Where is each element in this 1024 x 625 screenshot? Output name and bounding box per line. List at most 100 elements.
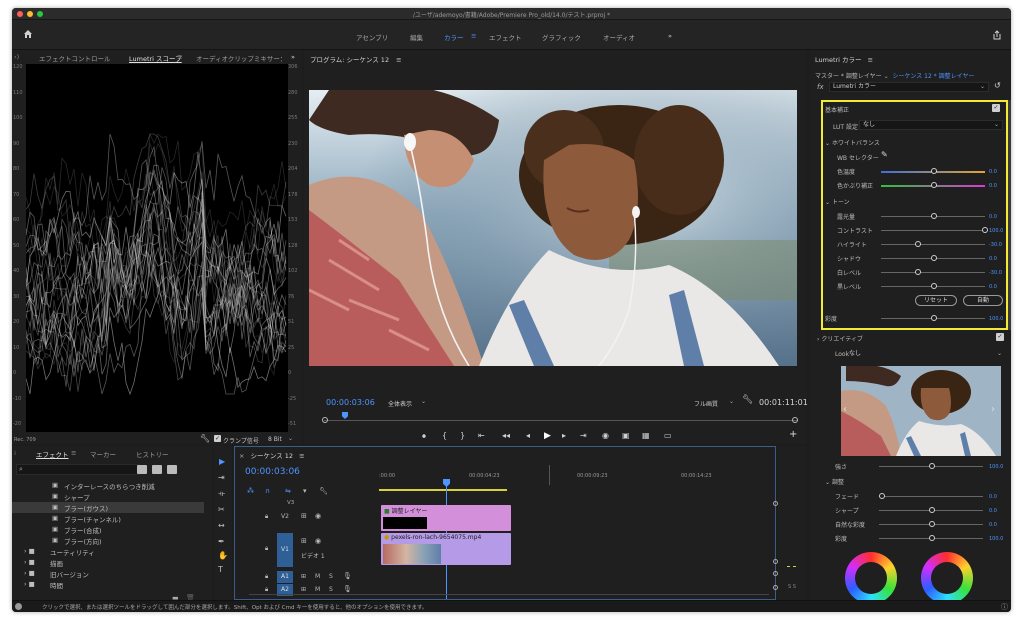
tab-lumetri-scope[interactable]: Lumetri スコープ (129, 53, 182, 63)
extract-icon[interactable]: ▦ (642, 431, 650, 440)
creative-saturation-value[interactable]: 100.0 (989, 536, 1003, 542)
highlight-tint-wheel[interactable] (921, 552, 973, 604)
step-back-icon[interactable]: ◂◂ (502, 431, 510, 440)
tab-effect-controls[interactable]: エフェクトコントロール (39, 53, 111, 63)
blacks-slider[interactable] (881, 283, 985, 289)
scrub-end-handle[interactable] (792, 417, 798, 423)
microphone-icon[interactable]: 🎙︎ (343, 585, 352, 593)
effects-list-item[interactable]: ▣ ブラー(合成) (12, 524, 204, 535)
shadows-value[interactable]: 0.0 (989, 256, 997, 262)
video-clip[interactable]: ● pexels-ron-lach-9654075.mp4 (381, 533, 511, 565)
chevron-down-icon[interactable]: ⌄ (421, 398, 426, 405)
slider-knob[interactable] (931, 255, 937, 261)
creative-header[interactable]: › クリエイティブ (817, 334, 863, 343)
blacks-value[interactable]: 0.0 (989, 284, 997, 290)
timeline-timecode[interactable]: 00:00:03:06 (245, 467, 300, 477)
next-look-icon[interactable]: › (991, 404, 995, 415)
vibrance-slider[interactable] (879, 521, 983, 527)
basic-correction-checkbox[interactable]: ✓ (992, 104, 1000, 112)
chevron-down-icon[interactable]: ⌄ (729, 398, 734, 405)
shadow-tint-wheel[interactable] (845, 552, 897, 604)
whites-value[interactable]: -30.0 (989, 270, 1002, 276)
highlights-value[interactable]: -30.0 (989, 242, 1002, 248)
sharpen-value[interactable]: 0.0 (989, 508, 997, 514)
sync-lock-icon[interactable]: ⊞ (301, 573, 306, 580)
exposure-value[interactable]: 0.0 (989, 214, 997, 220)
previous-look-icon[interactable]: ‹ (843, 404, 847, 415)
sync-lock-icon[interactable]: ⊞ (301, 586, 306, 593)
ripple-edit-icon[interactable]: ⟛ (218, 490, 225, 498)
reset-button[interactable]: リセット (915, 295, 957, 306)
home-icon[interactable] (23, 29, 33, 39)
panel-menu-icon[interactable]: ≡ (299, 452, 304, 460)
zoom-fit-select[interactable]: 全体表示 (388, 399, 412, 408)
slider-knob[interactable] (929, 521, 935, 527)
selection-tool-icon[interactable]: ▶ (219, 458, 225, 466)
auto-button[interactable]: 自動 (963, 295, 1003, 306)
lut-select[interactable]: なし ⌄ (859, 120, 1003, 130)
temperature-value[interactable]: 0.0 (989, 169, 997, 175)
workspace-more-icon[interactable]: » (668, 32, 672, 40)
workspace-menu-icon[interactable]: ≡ (471, 32, 476, 40)
intensity-value[interactable]: 100.0 (989, 464, 1003, 470)
timeline-tab[interactable]: × シーケンス 12 ≡ (239, 450, 305, 463)
mute-button[interactable]: M (315, 586, 320, 593)
mute-button[interactable]: M (315, 573, 320, 580)
white-balance-header[interactable]: ⌄ ホワイトバランス (825, 138, 880, 147)
creative-saturation-slider[interactable] (879, 535, 983, 541)
step-back-frame-icon[interactable]: ◂ (526, 431, 530, 440)
chevron-down-icon[interactable]: ⌄ (884, 73, 889, 80)
program-video-frame[interactable] (309, 90, 797, 366)
scrub-start-handle[interactable] (322, 417, 328, 423)
close-tab-icon[interactable]: × (239, 452, 244, 460)
playhead-marker[interactable] (342, 412, 348, 419)
look-select[interactable]: なし ⌄ (849, 349, 1005, 359)
contrast-value[interactable]: 100.0 (989, 228, 1003, 234)
linked-selection-icon[interactable]: ⇋ (285, 487, 291, 495)
settings-wrench-icon[interactable]: 🔧︎ (742, 395, 753, 405)
track-a1-target[interactable]: A1 (277, 571, 293, 583)
effects-list-item[interactable]: ▣ ブラー(方向) (12, 535, 204, 546)
lift-icon[interactable]: ▣ (622, 431, 630, 440)
program-timecode[interactable]: 00:00:03:06 (326, 398, 375, 407)
tab-effects[interactable]: エフェクト (36, 449, 69, 459)
lock-icon[interactable]: 🔒︎ (265, 545, 268, 553)
add-button-icon[interactable]: + (789, 429, 797, 440)
slider-knob[interactable] (879, 493, 885, 499)
eye-icon[interactable]: ◉ (315, 537, 321, 545)
shadows-slider[interactable] (881, 255, 985, 261)
look-preview-thumbnail[interactable]: ‹ › (841, 366, 1001, 456)
panel-menu-icon[interactable]: ≡ (396, 56, 401, 64)
sync-lock-icon[interactable]: ⊞ (301, 537, 307, 545)
32bit-effects-icon[interactable] (152, 465, 162, 474)
adjustment-layer-clip[interactable]: ■ 調整レイヤー (381, 505, 511, 531)
workspace-tab-audio[interactable]: オーディオ (603, 32, 635, 42)
effects-list-item[interactable]: ▣ シャープ (12, 491, 204, 502)
panel-prev-icon[interactable]: ›) (14, 53, 19, 61)
horizontal-scrollbar[interactable] (249, 594, 769, 595)
slider-knob[interactable] (915, 269, 921, 275)
master-clip-select[interactable]: マスター * 調整レイヤー (815, 73, 882, 80)
slider-knob[interactable] (929, 507, 935, 513)
chevron-down-icon[interactable]: ⌄ (288, 435, 293, 442)
effects-folder[interactable]: › ■ 時間 (12, 579, 204, 590)
tint-slider[interactable] (881, 182, 985, 188)
lock-icon[interactable]: 🔒︎ (265, 513, 268, 521)
panel-menu-icon[interactable]: ≡ (177, 53, 182, 61)
effects-search-input[interactable]: ⌕ (16, 464, 140, 475)
mark-out-icon[interactable]: } (460, 431, 465, 440)
effects-folder[interactable]: › ■ 旧バージョン (12, 568, 204, 579)
tab-audio-clip-mixer[interactable]: オーディオクリップミキサー： (196, 53, 286, 63)
tab-history[interactable]: ヒストリー (136, 449, 169, 459)
creative-checkbox[interactable]: ✓ (996, 333, 1004, 341)
track-v1-target[interactable]: V1 (277, 533, 293, 567)
sync-lock-icon[interactable]: ⊞ (301, 512, 307, 520)
effects-folder[interactable]: › ■ ユーティリティ (12, 546, 204, 557)
adjustments-header[interactable]: ⌄ 調整 (825, 477, 844, 486)
slider-knob[interactable] (931, 283, 937, 289)
lumetri-scrollbar[interactable] (1008, 100, 1011, 330)
slider-knob[interactable] (931, 168, 937, 174)
faded-film-slider[interactable] (879, 493, 983, 499)
eyedropper-icon[interactable]: ✎ (881, 150, 888, 159)
slider-knob[interactable] (915, 241, 921, 247)
